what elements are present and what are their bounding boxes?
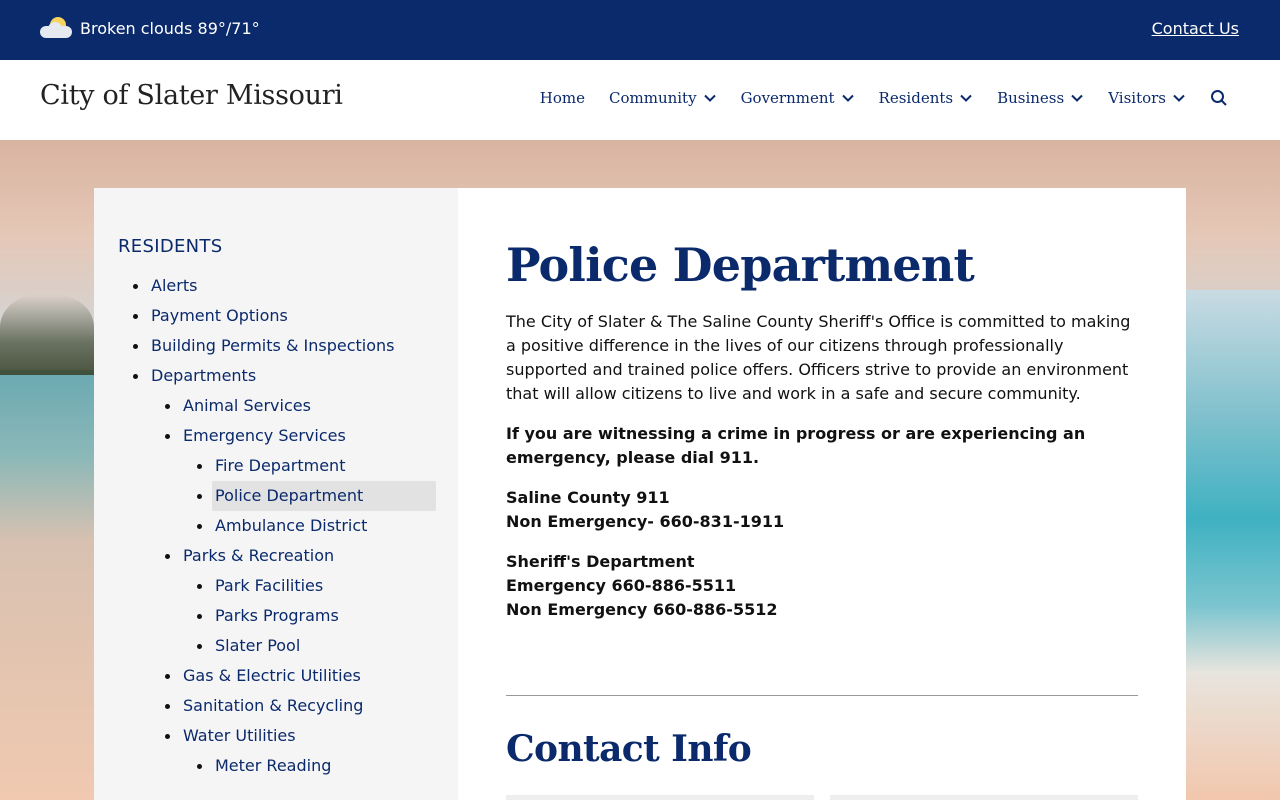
page-title: Police Department bbox=[506, 238, 975, 292]
search-icon[interactable] bbox=[1210, 89, 1228, 107]
sidebar-item-gas-electric[interactable]: Gas & Electric Utilities bbox=[118, 661, 436, 691]
top-bar: Broken clouds 89°/71° Contact Us bbox=[0, 0, 1280, 60]
contact-us-link[interactable]: Contact Us bbox=[1152, 19, 1239, 38]
sidebar-item-animal-services[interactable]: Animal Services bbox=[118, 391, 436, 421]
main-content: Police Department The City of Slater & T… bbox=[506, 188, 1138, 800]
sidebar-item-ambulance-district[interactable]: Ambulance District bbox=[118, 511, 436, 541]
sidebar-item-park-facilities[interactable]: Park Facilities bbox=[118, 571, 436, 601]
sidebar-item-water-utilities[interactable]: Water Utilities bbox=[118, 721, 436, 751]
main-nav: Home Community Government Residents Busi… bbox=[540, 89, 1228, 107]
chevron-down-icon bbox=[1071, 94, 1083, 102]
site-header: City of Slater Missouri Home Community G… bbox=[0, 60, 1280, 140]
sidebar-item-payment-options[interactable]: Payment Options bbox=[118, 301, 436, 331]
nav-government[interactable]: Government bbox=[741, 89, 855, 107]
chevron-down-icon bbox=[1173, 94, 1185, 102]
weather-widget: Broken clouds 89°/71° bbox=[40, 17, 260, 39]
palm-trees bbox=[0, 295, 94, 375]
saline-county-heading: Saline County 911 bbox=[506, 488, 670, 507]
emergency-alert: If you are witnessing a crime in progres… bbox=[506, 424, 1086, 467]
nav-residents[interactable]: Residents bbox=[879, 89, 974, 107]
content-card: RESIDENTS Alerts Payment Options Buildin… bbox=[94, 188, 1186, 800]
sidebar-item-parks-recreation[interactable]: Parks & Recreation bbox=[118, 541, 436, 571]
sidebar: RESIDENTS Alerts Payment Options Buildin… bbox=[94, 188, 458, 800]
nav-business[interactable]: Business bbox=[997, 89, 1084, 107]
chevron-down-icon bbox=[960, 94, 972, 102]
sidebar-item-sanitation[interactable]: Sanitation & Recycling bbox=[118, 691, 436, 721]
sidebar-item-slater-pool[interactable]: Slater Pool bbox=[118, 631, 436, 661]
nav-government-label: Government bbox=[740, 89, 835, 107]
sidebar-item-emergency-services[interactable]: Emergency Services bbox=[118, 421, 436, 451]
sidebar-item-departments[interactable]: Departments bbox=[118, 361, 436, 391]
sheriff-heading: Sheriff's Department bbox=[506, 552, 695, 571]
site-title[interactable]: City of Slater Missouri bbox=[40, 80, 343, 111]
sheriff-block: Sheriff's Department Emergency 660-886-5… bbox=[506, 550, 777, 622]
nav-visitors-label: Visitors bbox=[1108, 89, 1166, 107]
sheriff-non-emergency: Non Emergency 660-886-5512 bbox=[506, 600, 778, 619]
sidebar-item-meter-reading[interactable]: Meter Reading bbox=[118, 751, 436, 781]
nav-home-label: Home bbox=[539, 89, 585, 107]
chevron-down-icon bbox=[841, 94, 854, 102]
sidebar-item-alerts[interactable]: Alerts bbox=[118, 271, 436, 301]
nav-business-label: Business bbox=[997, 89, 1065, 107]
sidebar-list: Alerts Payment Options Building Permits … bbox=[118, 271, 436, 781]
contact-info-heading: Contact Info bbox=[506, 728, 752, 770]
sheriff-emergency: Emergency 660-886-5511 bbox=[506, 576, 737, 595]
sidebar-item-parks-programs[interactable]: Parks Programs bbox=[118, 601, 436, 631]
saline-non-emergency: Non Emergency- 660-831-1911 bbox=[506, 512, 785, 531]
divider bbox=[506, 695, 1138, 696]
saline-county-block: Saline County 911 Non Emergency- 660-831… bbox=[506, 486, 784, 534]
nav-residents-label: Residents bbox=[878, 89, 954, 107]
sidebar-item-building-permits[interactable]: Building Permits & Inspections bbox=[118, 331, 436, 361]
nav-community[interactable]: Community bbox=[609, 89, 717, 107]
contact-card bbox=[830, 795, 1138, 800]
sidebar-item-fire-department[interactable]: Fire Department bbox=[118, 451, 436, 481]
nav-home[interactable]: Home bbox=[540, 89, 585, 107]
partly-cloudy-icon bbox=[40, 17, 72, 39]
sidebar-item-police-department[interactable]: Police Department bbox=[118, 481, 436, 511]
nav-community-label: Community bbox=[608, 89, 697, 107]
nav-visitors[interactable]: Visitors bbox=[1108, 89, 1186, 107]
contact-card bbox=[506, 795, 814, 800]
chevron-down-icon bbox=[703, 94, 716, 102]
weather-text: Broken clouds 89°/71° bbox=[80, 18, 260, 38]
intro-paragraph: The City of Slater & The Saline County S… bbox=[506, 312, 1131, 403]
sidebar-heading: RESIDENTS bbox=[118, 236, 223, 257]
